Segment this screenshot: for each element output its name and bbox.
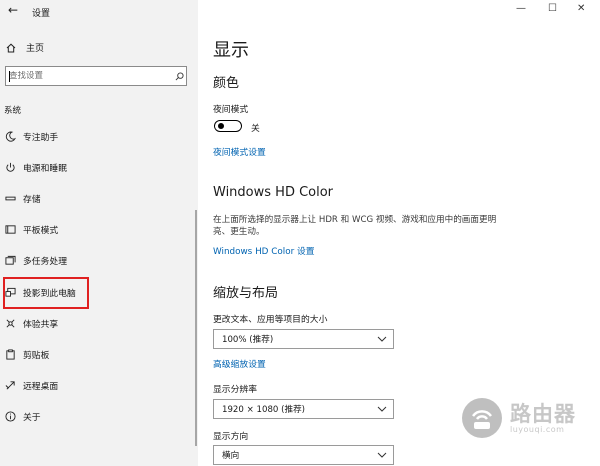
window-title: 设置 bbox=[32, 9, 51, 19]
close-button[interactable]: ✕ bbox=[577, 3, 585, 14]
sidebar-item-shared-experiences[interactable]: 体验共享 bbox=[0, 308, 198, 339]
site-watermark: 路由器 luyouqi.com bbox=[460, 396, 576, 440]
remote-desktop-icon bbox=[3, 380, 17, 391]
orientation-dropdown[interactable]: 横向 bbox=[213, 445, 394, 465]
tablet-icon bbox=[3, 224, 17, 235]
sidebar-item-label: 电源和睡眠 bbox=[23, 164, 67, 174]
toggle-knob bbox=[218, 123, 224, 129]
section-label-system: 系统 bbox=[4, 106, 22, 116]
sidebar-item-label: 关于 bbox=[23, 413, 41, 423]
multitask-icon bbox=[3, 255, 17, 266]
search-box[interactable] bbox=[5, 66, 187, 86]
home-label: 主页 bbox=[26, 44, 45, 54]
night-light-settings-link[interactable]: 夜间模式设置 bbox=[213, 145, 266, 158]
sidebar-scrollbar[interactable] bbox=[195, 210, 197, 446]
home-link[interactable]: 主页 bbox=[6, 41, 44, 54]
page-title: 显示 bbox=[213, 40, 249, 61]
sidebar-item-label: 体验共享 bbox=[23, 320, 59, 330]
home-icon bbox=[6, 43, 16, 53]
hdr-section-heading: Windows HD Color bbox=[213, 185, 334, 200]
moon-icon bbox=[3, 131, 17, 142]
scale-value: 100% (推荐) bbox=[222, 335, 274, 345]
color-section-heading: 颜色 bbox=[213, 76, 240, 91]
scale-section-heading: 缩放与布局 bbox=[213, 286, 279, 301]
search-input[interactable] bbox=[6, 71, 172, 81]
sidebar-item-label: 剪贴板 bbox=[23, 351, 50, 361]
chevron-down-icon bbox=[377, 406, 387, 412]
sidebar-item-multitasking[interactable]: 多任务处理 bbox=[0, 245, 198, 276]
watermark-domain: luyouqi.com bbox=[510, 424, 565, 434]
sidebar-item-label: 远程桌面 bbox=[23, 382, 59, 392]
resolution-value: 1920 × 1080 (推荐) bbox=[222, 405, 306, 415]
scale-label: 更改文本、应用等项目的大小 bbox=[213, 315, 328, 325]
settings-sidebar: ← 设置 主页 系统 专注助手 电源和睡眠 存储 bbox=[0, 0, 198, 466]
sidebar-item-storage[interactable]: 存储 bbox=[0, 183, 198, 214]
advanced-scaling-link[interactable]: 高级缩放设置 bbox=[213, 357, 266, 370]
text-caret bbox=[9, 71, 10, 82]
hdr-settings-link[interactable]: Windows HD Color 设置 bbox=[213, 244, 315, 257]
watermark-name: 路由器 bbox=[510, 401, 576, 426]
router-logo-icon bbox=[462, 398, 502, 438]
sidebar-item-power-sleep[interactable]: 电源和睡眠 bbox=[0, 152, 198, 183]
sidebar-item-label: 平板模式 bbox=[23, 226, 59, 236]
shared-experience-icon bbox=[3, 318, 17, 329]
resolution-dropdown[interactable]: 1920 × 1080 (推荐) bbox=[213, 399, 394, 419]
minimize-button[interactable]: — bbox=[516, 3, 526, 14]
maximize-button[interactable]: ☐ bbox=[548, 3, 557, 14]
sidebar-item-label: 多任务处理 bbox=[23, 257, 67, 267]
clipboard-icon bbox=[3, 349, 17, 360]
night-light-state: 关 bbox=[251, 124, 260, 134]
sidebar-item-about[interactable]: 关于 bbox=[0, 401, 198, 432]
back-button[interactable]: ← bbox=[8, 3, 18, 17]
search-icon[interactable] bbox=[172, 71, 186, 81]
sidebar-item-focus-assist[interactable]: 专注助手 bbox=[0, 121, 198, 152]
chevron-down-icon bbox=[377, 452, 387, 458]
sidebar-item-clipboard[interactable]: 剪贴板 bbox=[0, 339, 198, 370]
info-icon bbox=[3, 411, 17, 422]
hdr-description: 在上面所选择的显示器上让 HDR 和 WCG 视频、游戏和应用中的画面更明亮、更… bbox=[213, 215, 497, 237]
sidebar-item-remote-desktop[interactable]: 远程桌面 bbox=[0, 370, 198, 401]
power-icon bbox=[3, 162, 17, 173]
night-light-toggle[interactable] bbox=[214, 120, 242, 132]
chevron-down-icon bbox=[377, 336, 387, 342]
sidebar-item-label: 存储 bbox=[23, 195, 41, 205]
resolution-label: 显示分辨率 bbox=[213, 385, 257, 395]
sidebar-item-label: 专注助手 bbox=[23, 133, 59, 143]
storage-icon bbox=[3, 193, 17, 204]
orientation-value: 横向 bbox=[222, 451, 240, 461]
sidebar-item-tablet-mode[interactable]: 平板模式 bbox=[0, 214, 198, 245]
highlight-annotation-box bbox=[3, 277, 89, 309]
night-light-label: 夜间模式 bbox=[213, 105, 249, 115]
scale-dropdown[interactable]: 100% (推荐) bbox=[213, 329, 394, 349]
orientation-label: 显示方向 bbox=[213, 432, 249, 442]
